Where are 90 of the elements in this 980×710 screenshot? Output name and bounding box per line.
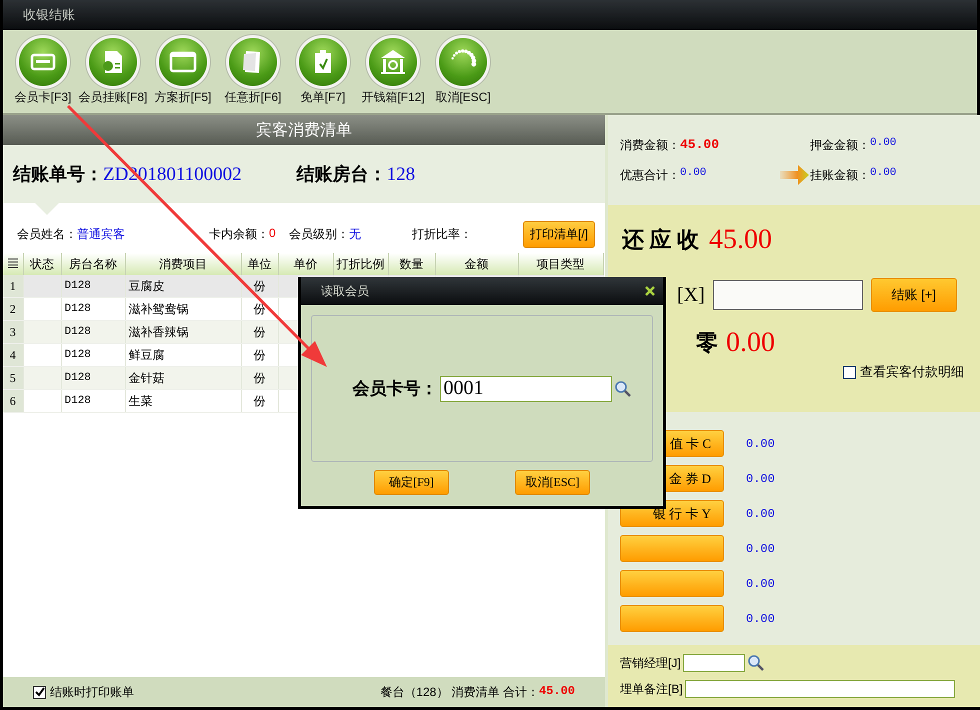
confirm-button[interactable]: 确定[F9] [374,470,449,495]
column-header[interactable]: 项目类型 [518,253,603,275]
table-cell: 份 [241,366,278,390]
payment-details-checkbox[interactable]: 查看宾客付款明细 [843,363,964,381]
list-icon [8,258,18,268]
print-on-checkout-checkbox[interactable]: 结账时打印账单 [33,684,134,700]
building-icon [378,47,408,77]
amount-due-label: 还 应 收 [622,226,699,254]
cancel-button[interactable]: 取消[ESC] [515,470,590,495]
deposit-amount: 0.00 [870,136,896,150]
toolbar-button[interactable]: 开钱箱[F12] [361,38,425,113]
manager-input-field[interactable] [682,654,745,672]
change-label: 零 [696,329,718,357]
card-balance: 0 [269,226,276,242]
search-icon[interactable] [614,380,632,398]
print-list-button[interactable]: 打印清单[/] [522,220,595,248]
discount-rate-label: 打折比率： [412,226,472,242]
column-header[interactable]: 金额 [435,253,518,275]
toolbar-button[interactable]: 免单[F7] [291,38,355,113]
payment-method-button[interactable] [620,570,724,597]
table-cell: 金针菇 [125,366,241,390]
column-header[interactable]: 单位 [241,253,278,275]
payment-method-button[interactable] [620,605,724,632]
change-amount: 0.00 [726,327,775,359]
total-label: 餐台（128） 消费清单 合计： [380,684,539,700]
deposit-label: 押金金额： [810,136,870,154]
right-arrow-icon [780,164,810,186]
window-title: 收银结账 [23,6,75,24]
table-cell: 豆腐皮 [125,275,241,298]
credit-label: 挂账金额： [810,166,870,184]
payment-amount: 0.00 [746,542,775,556]
card-balance-label: 卡内余额： [209,226,269,242]
column-header[interactable]: 单价 [278,253,333,275]
toolbar-button[interactable]: 方案折[F5] [151,38,215,113]
column-header[interactable]: 打折比例 [333,253,388,275]
checkout-button[interactable]: 结账 [+] [870,278,957,312]
table-cell: D128 [61,390,125,412]
row-number: 3 [3,320,23,344]
discount-label: 优惠合计： [620,166,680,184]
amount-due: 45.00 [709,224,772,256]
table-cell: D128 [61,366,125,390]
panel-title: 宾客消费清单 [256,120,352,140]
toolbar-button[interactable]: 会员挂账[F8] [81,38,145,113]
column-header[interactable]: 数量 [388,253,435,275]
remark-label: 埋单备注[B] [620,680,683,698]
credit-amount: 0.00 [870,166,896,180]
card-number-field[interactable]: 0001 [440,376,612,402]
row-number: 6 [3,390,23,412]
consumption-amount: 45.00 [680,136,720,154]
toolbar-button[interactable]: 会员卡[F3] [11,38,75,113]
dialog-title: 读取会员 [321,282,369,300]
column-header[interactable]: 房台名称 [61,253,125,275]
member-name: 普通宾客 [77,226,125,242]
table-cell: D128 [61,320,125,344]
total-amount: 45.00 [538,684,575,700]
room-label: 结账房台： [296,163,387,186]
row-number: 1 [3,275,23,298]
table-cell: 份 [241,390,278,412]
member-level-label: 会员级别： [289,226,349,242]
payment-label: [X] [677,284,705,306]
member-level: 无 [349,226,361,242]
column-header[interactable]: 消费项目 [125,253,241,275]
close-icon[interactable] [645,286,655,296]
payment-amount: 0.00 [746,506,775,520]
search-icon[interactable] [746,654,765,672]
payment-amount: 0.00 [746,436,775,450]
bill-number-label: 结账单号： [13,163,103,186]
row-number: 4 [3,344,23,366]
remark-input-field[interactable] [684,680,955,698]
table-cell: 滋补香辣锅 [125,320,241,344]
table-cell: D128 [61,275,125,298]
payment-amount: 0.00 [746,612,775,626]
payment-amount: 0.00 [746,472,775,486]
table-cell: 份 [241,320,278,344]
card-number-label: 会员卡号： [352,378,438,400]
discount-amount: 0.00 [680,166,706,180]
toolbar-button[interactable]: 取消[ESC] [431,38,495,113]
table-cell: 生菜 [125,390,241,412]
payment-method-button[interactable] [620,535,724,562]
manager-label: 营销经理[J] [620,654,681,672]
toolbar-button[interactable]: 任意折[F6] [221,38,285,113]
payment-input-field[interactable] [712,280,863,310]
payment-amount: 0.00 [746,576,775,590]
member-name-label: 会员姓名： [17,226,77,242]
row-number: 2 [3,298,23,320]
consumption-label: 消费金额： [620,136,680,154]
row-number: 5 [3,366,23,390]
check-icon [34,687,44,697]
column-header[interactable]: 状态 [23,253,61,275]
room-number: 128 [386,164,416,186]
